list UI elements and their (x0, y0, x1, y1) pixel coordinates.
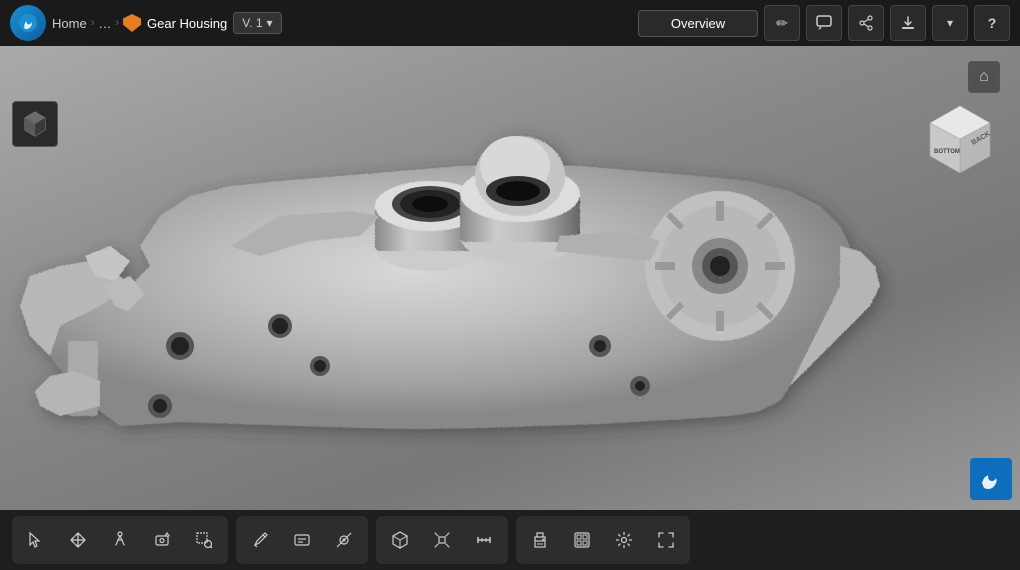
gear-housing-body (20, 136, 880, 429)
select-tool-button[interactable] (16, 520, 56, 560)
breadcrumb-sep-2: › (115, 17, 119, 29)
version-label: V. 1 (242, 16, 262, 30)
current-document-title: Gear Housing (147, 16, 227, 31)
breadcrumb-sep-1: › (91, 17, 95, 29)
viewport-cube-icon[interactable] (12, 101, 58, 147)
help-icon: ? (988, 15, 997, 31)
help-button[interactable]: ? (974, 5, 1010, 41)
view-settings-button[interactable] (562, 520, 602, 560)
share-button[interactable] (848, 5, 884, 41)
walk-tool-button[interactable] (100, 520, 140, 560)
pan-tool-button[interactable] (58, 520, 98, 560)
overview-button[interactable]: Overview (638, 10, 758, 37)
svg-text:BOTTOM: BOTTOM (934, 149, 960, 155)
chevron-down-icon: ▾ (947, 16, 953, 30)
comment-button[interactable] (806, 5, 842, 41)
breadcrumb-ellipsis[interactable]: … (98, 16, 111, 31)
annotation-tool-group (236, 516, 368, 564)
measure-tool-button[interactable] (464, 520, 504, 560)
print-button[interactable] (520, 520, 560, 560)
3d-viewer[interactable]: ⌂ BACK BOTTOM (0, 46, 1020, 510)
bottom-toolbar (0, 510, 1020, 570)
navigation-tool-group (12, 516, 228, 564)
view-tool-group (376, 516, 508, 564)
note-tool-button[interactable] (240, 520, 280, 560)
settings-button[interactable] (604, 520, 644, 560)
breadcrumb-home[interactable]: Home (52, 16, 87, 31)
home-icon: ⌂ (979, 68, 989, 86)
home-view-button[interactable]: ⌂ (968, 61, 1000, 93)
output-tool-group (516, 516, 690, 564)
text-note-button[interactable] (282, 520, 322, 560)
camera-rotate-button[interactable] (142, 520, 182, 560)
export-button[interactable] (890, 5, 926, 41)
fullscreen-button[interactable] (646, 520, 686, 560)
edit-button[interactable]: ✏ (764, 5, 800, 41)
zoom-window-button[interactable] (184, 520, 224, 560)
onshape-logo-button[interactable] (10, 5, 46, 41)
top-navigation-bar: Home › … › Gear Housing V. 1 ▾ Overview … (0, 0, 1020, 46)
version-dropdown-button[interactable]: V. 1 ▾ (233, 12, 281, 34)
onshape-logo-br[interactable] (970, 458, 1012, 500)
more-options-button[interactable]: ▾ (932, 5, 968, 41)
breadcrumb: Home › … › Gear Housing (52, 14, 227, 32)
cube-view-button[interactable] (380, 520, 420, 560)
model-display (0, 46, 1020, 510)
version-chevron-icon: ▾ (267, 16, 273, 30)
shield-icon (123, 14, 141, 32)
breadcrumb-current-item: Gear Housing (123, 14, 227, 32)
view-cube[interactable]: BACK BOTTOM (920, 101, 1000, 181)
hide-tool-button[interactable] (324, 520, 364, 560)
explode-view-button[interactable] (422, 520, 462, 560)
